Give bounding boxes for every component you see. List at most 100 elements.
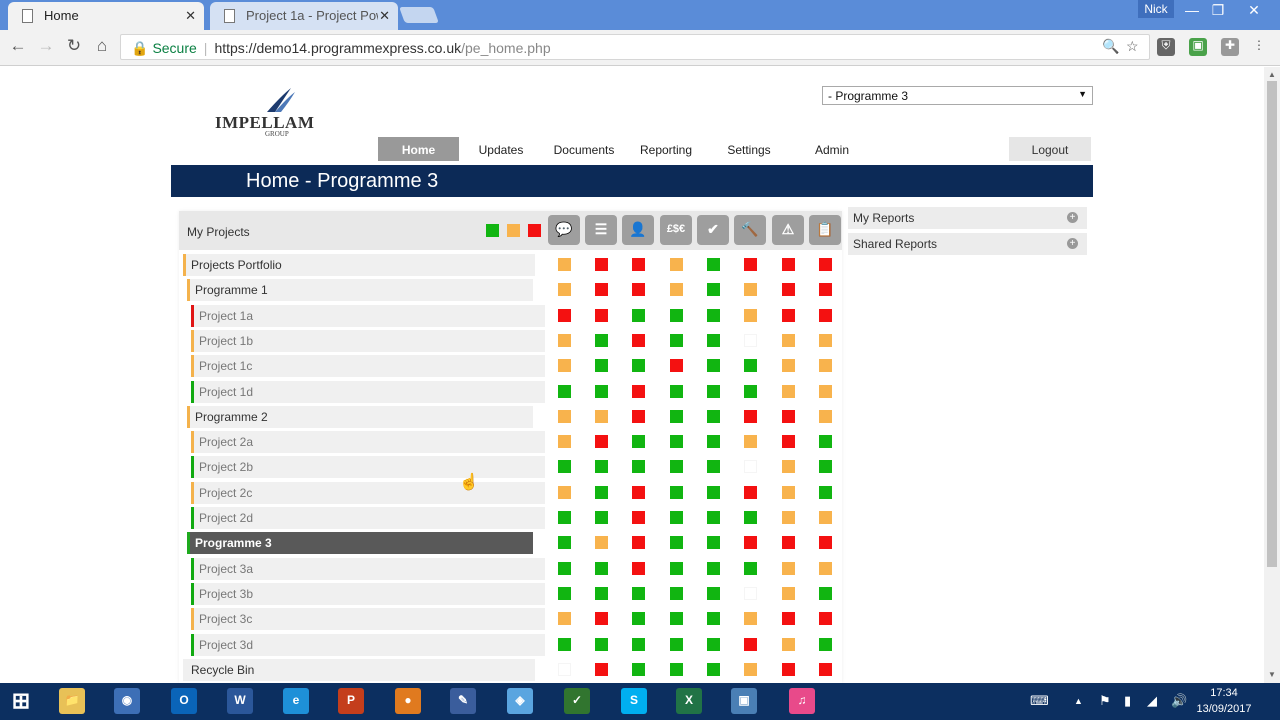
profile-button[interactable]: Nick — [1138, 0, 1174, 18]
status-cell[interactable] — [782, 486, 795, 499]
status-cell[interactable] — [670, 663, 683, 676]
menu-home[interactable]: Home — [378, 137, 459, 161]
status-cell[interactable] — [819, 663, 832, 676]
status-cell[interactable] — [670, 385, 683, 398]
status-cell[interactable] — [595, 435, 608, 448]
chrome-icon[interactable]: ◉ — [114, 688, 140, 714]
status-cell[interactable] — [819, 334, 832, 347]
status-cell[interactable] — [558, 536, 571, 549]
status-cell[interactable] — [819, 410, 832, 423]
project-row[interactable]: Project 2a — [191, 431, 545, 453]
scroll-up-icon[interactable]: ▲ — [1268, 70, 1276, 79]
status-cell[interactable] — [595, 460, 608, 473]
zoom-icon[interactable]: 🔍 — [1102, 38, 1119, 55]
status-cell[interactable] — [632, 587, 645, 600]
green-extension-icon[interactable]: ▣ — [1189, 38, 1207, 56]
status-cell[interactable] — [819, 385, 832, 398]
menu-updates[interactable]: Updates — [465, 137, 537, 161]
status-cell[interactable] — [707, 410, 720, 423]
status-cell[interactable] — [558, 258, 571, 271]
tab-home[interactable]: Home ✕ — [8, 2, 204, 30]
status-cell[interactable] — [595, 410, 608, 423]
status-cell[interactable] — [707, 511, 720, 524]
status-cell[interactable] — [744, 460, 757, 473]
new-tab-button[interactable] — [399, 7, 439, 23]
status-cell[interactable] — [707, 460, 720, 473]
status-cell[interactable] — [558, 309, 571, 322]
status-cell[interactable] — [707, 385, 720, 398]
status-cell[interactable] — [707, 612, 720, 625]
status-cell[interactable] — [707, 309, 720, 322]
system-clock[interactable]: 17:34 13/09/2017 — [1180, 685, 1268, 717]
page-scrollbar[interactable]: ▲ ▼ — [1264, 67, 1280, 683]
status-cell[interactable] — [819, 460, 832, 473]
restore-icon[interactable]: ❐ — [1204, 2, 1232, 24]
flag-icon[interactable]: ⚑ — [1099, 693, 1111, 709]
status-cell[interactable] — [819, 587, 832, 600]
expand-icon[interactable]: + — [1067, 212, 1078, 223]
status-cell[interactable] — [782, 309, 795, 322]
status-cell[interactable] — [670, 511, 683, 524]
status-cell[interactable] — [670, 359, 683, 372]
status-cell[interactable] — [595, 283, 608, 296]
programme-select[interactable]: - Programme 3 ▼ — [822, 86, 1093, 105]
remote-desktop-icon[interactable]: ▣ — [731, 688, 757, 714]
status-cell[interactable] — [707, 638, 720, 651]
status-cell[interactable] — [632, 385, 645, 398]
status-cell[interactable] — [670, 334, 683, 347]
status-cell[interactable] — [782, 562, 795, 575]
status-cell[interactable] — [744, 511, 757, 524]
status-cell[interactable] — [632, 410, 645, 423]
status-cell[interactable] — [782, 638, 795, 651]
status-cell[interactable] — [782, 663, 795, 676]
status-cell[interactable] — [670, 486, 683, 499]
status-cell[interactable] — [670, 562, 683, 575]
my-reports-panel[interactable]: My Reports + — [848, 207, 1087, 229]
status-cell[interactable] — [782, 587, 795, 600]
status-cell[interactable] — [558, 587, 571, 600]
status-cell[interactable] — [782, 283, 795, 296]
status-cell[interactable] — [558, 663, 571, 676]
status-cell[interactable] — [558, 612, 571, 625]
menu-icon[interactable]: ⋮ — [1250, 38, 1268, 56]
status-cell[interactable] — [670, 309, 683, 322]
status-cell[interactable] — [707, 587, 720, 600]
gantt-icon[interactable]: ☰ — [585, 215, 617, 245]
status-cell[interactable] — [632, 334, 645, 347]
security-app-icon[interactable]: ◈ — [507, 688, 533, 714]
project-icon[interactable]: ✓ — [564, 688, 590, 714]
project-row[interactable]: Project 1c — [191, 355, 545, 377]
status-cell[interactable] — [819, 638, 832, 651]
project-row[interactable]: Project 1b — [191, 330, 545, 352]
status-cell[interactable] — [819, 359, 832, 372]
address-bar[interactable]: 🔒 Secure | https://demo14.programmexpress.c… — [120, 34, 1150, 60]
status-cell[interactable] — [595, 258, 608, 271]
itunes-icon[interactable]: ♫ — [789, 688, 815, 714]
status-cell[interactable] — [670, 435, 683, 448]
status-cell[interactable] — [595, 511, 608, 524]
status-cell[interactable] — [558, 359, 571, 372]
status-cell[interactable] — [819, 612, 832, 625]
status-cell[interactable] — [558, 460, 571, 473]
status-cell[interactable] — [558, 562, 571, 575]
portfolio-row[interactable]: Projects Portfolio — [183, 254, 535, 276]
status-cell[interactable] — [744, 410, 757, 423]
menu-documents[interactable]: Documents — [546, 137, 622, 161]
check-icon[interactable]: ✔ — [697, 215, 729, 245]
status-cell[interactable] — [632, 612, 645, 625]
status-cell[interactable] — [819, 511, 832, 524]
status-cell[interactable] — [707, 359, 720, 372]
show-hidden-icons-icon[interactable]: ▲ — [1074, 696, 1083, 706]
status-cell[interactable] — [744, 334, 757, 347]
status-cell[interactable] — [782, 435, 795, 448]
menu-admin[interactable]: Admin — [804, 137, 860, 161]
status-cell[interactable] — [595, 638, 608, 651]
legend-swatch[interactable] — [528, 224, 541, 237]
status-cell[interactable] — [558, 283, 571, 296]
status-cell[interactable] — [819, 486, 832, 499]
hammer-icon[interactable]: 🔨 — [734, 215, 766, 245]
status-cell[interactable] — [707, 334, 720, 347]
internet-explorer-icon[interactable]: e — [283, 688, 309, 714]
close-tab-icon[interactable]: ✕ — [185, 8, 196, 24]
status-cell[interactable] — [744, 283, 757, 296]
